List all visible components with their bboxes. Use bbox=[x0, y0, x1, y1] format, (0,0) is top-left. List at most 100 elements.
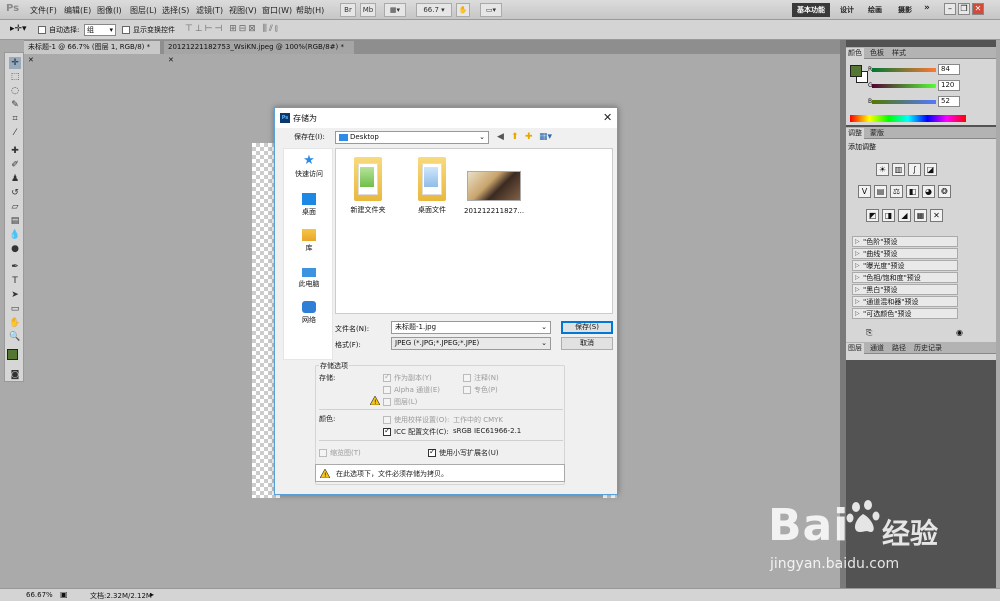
tab-paths[interactable]: 路径 bbox=[890, 343, 908, 354]
tab-jpeg[interactable]: 20121221182753_WsiKN.jpeg @ 100%(RGB/8#)… bbox=[164, 41, 354, 64]
gradient-icon[interactable]: ▤ bbox=[9, 215, 21, 227]
align-icons[interactable]: ⊤⊥⊢⊣ ⊞⊟⊠ ⫼⫽⫾ bbox=[185, 24, 280, 34]
place-library[interactable]: 库 bbox=[284, 229, 334, 253]
panel-options-icon[interactable]: ◉ bbox=[956, 328, 963, 337]
stamp-icon[interactable]: ♟ bbox=[9, 173, 21, 185]
color-balance-icon[interactable]: ⚖ bbox=[890, 185, 903, 198]
tab-adjustments[interactable]: 调整 bbox=[846, 128, 864, 139]
brightness-icon[interactable]: ☀ bbox=[876, 163, 889, 176]
place-quick-access[interactable]: ★ 快速访问 bbox=[284, 154, 334, 179]
save-button[interactable]: 保存(S) bbox=[561, 321, 613, 334]
r-value[interactable]: 84 bbox=[938, 64, 960, 75]
restore-icon[interactable]: ❐ bbox=[958, 3, 970, 15]
vibrance-icon[interactable]: V bbox=[858, 185, 871, 198]
workspace-basic[interactable]: 基本功能 bbox=[792, 3, 830, 17]
channel-mixer-icon[interactable]: ❂ bbox=[938, 185, 951, 198]
status-icon[interactable]: ▣ bbox=[60, 590, 68, 599]
posterize-icon[interactable]: ◨ bbox=[882, 209, 895, 222]
menu-help[interactable]: 帮助(H) bbox=[296, 5, 324, 16]
bridge-icon[interactable]: Br bbox=[340, 3, 356, 17]
move-tool-icon[interactable]: ▸✛▾ bbox=[10, 24, 27, 34]
spot-checkbox[interactable] bbox=[463, 386, 471, 394]
workspace-design[interactable]: 设计 bbox=[840, 5, 854, 15]
view-menu-icon[interactable]: ▦▾ bbox=[539, 132, 552, 143]
menu-select[interactable]: 选择(S) bbox=[162, 5, 189, 16]
tab-untitled[interactable]: 未标题-1 @ 66.7% (图层 1, RGB/8) * ✕ bbox=[24, 41, 160, 64]
minibridge-icon[interactable]: Mb bbox=[360, 3, 376, 17]
healing-icon[interactable]: ✚ bbox=[9, 145, 21, 157]
pen-icon[interactable]: ✒ bbox=[9, 261, 21, 273]
color-ramp[interactable] bbox=[850, 115, 966, 122]
back-icon[interactable]: ◀ bbox=[497, 132, 504, 143]
exposure-icon[interactable]: ◪ bbox=[924, 163, 937, 176]
levels-icon[interactable]: ▥ bbox=[892, 163, 905, 176]
close-icon[interactable]: ✕ bbox=[972, 3, 984, 15]
preset-channel-mixer[interactable]: "通道混和器"预设 bbox=[852, 296, 958, 307]
menu-edit[interactable]: 编辑(E) bbox=[64, 5, 91, 16]
lowercase-checkbox[interactable] bbox=[428, 447, 436, 457]
filename-input[interactable]: 未标题-1.jpg ⌄ bbox=[391, 321, 551, 334]
history-brush-icon[interactable]: ↺ bbox=[9, 187, 21, 199]
auto-select-checkbox[interactable] bbox=[38, 25, 46, 34]
marquee-tool-icon[interactable]: ⬚ bbox=[9, 71, 21, 83]
r-slider[interactable] bbox=[872, 68, 936, 72]
dialog-titlebar[interactable]: Ps 存储为 ✕ bbox=[275, 108, 617, 128]
crop-tool-icon[interactable]: ⌗ bbox=[9, 113, 21, 125]
file-item-new-folder[interactable]: 新建文件夹 bbox=[338, 157, 398, 215]
hand-tool-icon[interactable]: ✋ bbox=[9, 317, 21, 329]
g-value[interactable]: 120 bbox=[938, 80, 960, 91]
tab-history[interactable]: 历史记录 bbox=[912, 343, 944, 354]
tab-styles[interactable]: 样式 bbox=[890, 48, 908, 59]
fg-swatch[interactable] bbox=[850, 65, 862, 77]
zoom-level[interactable]: 66.7 ▾ bbox=[416, 3, 452, 17]
zoom-tool-icon[interactable]: 🔍 bbox=[9, 331, 21, 343]
b-value[interactable]: 52 bbox=[938, 96, 960, 107]
file-item-desktop-files[interactable]: 桌面文件 bbox=[402, 157, 462, 215]
tab-color[interactable]: 颜色 bbox=[846, 48, 864, 59]
status-arrow-icon[interactable]: ▸ bbox=[150, 590, 154, 599]
place-this-pc[interactable]: 此电脑 bbox=[284, 265, 334, 289]
workspace-painting[interactable]: 绘画 bbox=[868, 5, 882, 15]
menu-image[interactable]: 图像(I) bbox=[97, 5, 122, 16]
dialog-close-icon[interactable]: ✕ bbox=[603, 111, 612, 124]
quick-mask-icon[interactable]: ◙ bbox=[9, 369, 21, 381]
path-select-icon[interactable]: ➤ bbox=[9, 289, 21, 301]
preset-curves[interactable]: "曲线"预设 bbox=[852, 248, 958, 259]
preset-exposure[interactable]: "曝光度"预设 bbox=[852, 260, 958, 271]
type-tool-icon[interactable]: T bbox=[9, 275, 21, 287]
invert-icon[interactable]: ◩ bbox=[866, 209, 879, 222]
minimize-icon[interactable]: – bbox=[944, 3, 956, 15]
menu-layer[interactable]: 图层(L) bbox=[130, 5, 157, 16]
lasso-tool-icon[interactable]: ◌ bbox=[9, 85, 21, 97]
place-network[interactable]: 网络 bbox=[284, 301, 334, 325]
icc-checkbox[interactable] bbox=[383, 426, 391, 436]
cancel-button[interactable]: 取消 bbox=[561, 337, 613, 350]
workspace-photo[interactable]: 摄影 bbox=[898, 5, 912, 15]
foreground-color-swatch[interactable] bbox=[7, 349, 18, 360]
move-tool-icon[interactable]: ✛ bbox=[9, 57, 21, 69]
up-folder-icon[interactable]: ⬆ bbox=[511, 132, 519, 143]
quick-select-icon[interactable]: ✎ bbox=[9, 99, 21, 111]
curves-icon[interactable]: ∫ bbox=[908, 163, 921, 176]
more-workspaces[interactable]: » bbox=[924, 3, 930, 13]
notes-checkbox[interactable] bbox=[463, 374, 471, 382]
show-transform-checkbox[interactable] bbox=[122, 25, 130, 34]
eraser-icon[interactable]: ▱ bbox=[9, 201, 21, 213]
alpha-checkbox[interactable] bbox=[383, 386, 391, 394]
auto-select-dropdown[interactable]: 组 ▾ bbox=[84, 24, 116, 36]
b-slider[interactable] bbox=[872, 100, 936, 104]
save-in-dropdown[interactable]: Desktop ⌄ bbox=[335, 131, 489, 144]
new-folder-icon[interactable]: ✚ bbox=[525, 132, 533, 143]
brush-icon[interactable]: ✐ bbox=[9, 159, 21, 171]
photo-filter-icon[interactable]: ◕ bbox=[922, 185, 935, 198]
use-proof-checkbox[interactable] bbox=[383, 416, 391, 424]
blur-icon[interactable]: 💧 bbox=[9, 229, 21, 241]
format-dropdown[interactable]: JPEG (*.JPG;*.JPEG;*.JPE) ⌄ bbox=[391, 337, 551, 350]
file-item-jpeg[interactable]: 201212211827... bbox=[464, 157, 524, 215]
threshold-icon[interactable]: ◢ bbox=[898, 209, 911, 222]
tab-layers[interactable]: 图层 bbox=[846, 343, 864, 354]
preset-hue-sat[interactable]: "色相/饱和度"预设 bbox=[852, 272, 958, 283]
menu-filter[interactable]: 滤镜(T) bbox=[196, 5, 223, 16]
tab-masks[interactable]: 蒙版 bbox=[868, 128, 886, 139]
hand-icon[interactable]: ✋ bbox=[456, 3, 470, 17]
